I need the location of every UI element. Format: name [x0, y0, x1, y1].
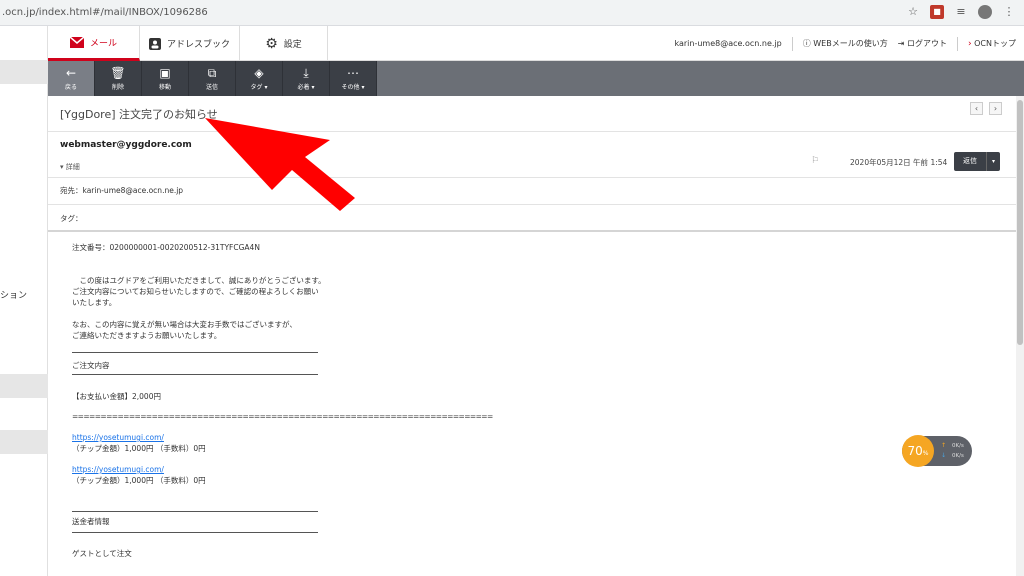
mail-icon: [69, 36, 84, 48]
gear-icon: ⚙: [265, 35, 278, 52]
forward-button[interactable]: ⧉ 送信: [189, 61, 236, 96]
reply-button[interactable]: 返信: [954, 152, 986, 171]
tab-settings[interactable]: ⚙ 設定: [240, 26, 328, 61]
tab-address-book[interactable]: アドレスブック: [140, 26, 240, 61]
delete-button[interactable]: 🗑 削除: [95, 61, 142, 96]
section-heading: ご注文内容: [72, 361, 110, 370]
section-heading: 送金者情報: [72, 517, 110, 526]
tab-mail[interactable]: メール: [48, 26, 140, 61]
divider: [72, 352, 318, 353]
tab-label: メール: [89, 38, 117, 49]
item-link[interactable]: https://yosetumugi.com/: [72, 465, 164, 474]
next-message-button[interactable]: ›: [989, 102, 1002, 115]
sidebar-band[interactable]: [0, 374, 48, 398]
item-link[interactable]: https://yosetumugi.com/: [72, 433, 164, 442]
upload-speed: 0K/s: [952, 443, 964, 449]
trash-icon: 🗑: [110, 65, 126, 80]
ocn-top-link[interactable]: › OCNトップ: [968, 38, 1016, 49]
download-speed: 0K/s: [952, 453, 964, 459]
tag-line: タグ：: [60, 214, 83, 223]
annotation-arrow-icon: [205, 118, 355, 211]
move-button[interactable]: ▣ 移動: [142, 61, 189, 96]
divider: [72, 532, 318, 533]
details-toggle[interactable]: ▾ 詳細: [60, 162, 80, 172]
tag-button[interactable]: ◈ タグ ▾: [236, 61, 283, 96]
speed-gauge: 70%: [902, 435, 934, 467]
app-tab-bar: メール アドレスブック ⚙ 設定 karin-ume8@ace.ocn.ne.j…: [48, 26, 1024, 61]
order-number: 注文番号：0200000001-0020200512-31TYFCGA4N: [72, 243, 260, 252]
mail-toolbar: ← 戻る 🗑 削除 ▣ 移動 ⧉ 送信 ◈ タグ ▾ ⤓ 必着 ▾ ⋯ その他 …: [48, 61, 1024, 96]
profile-avatar[interactable]: [978, 5, 992, 19]
to-line: 宛先：karin-ume8@ace.ocn.ne.jp: [60, 186, 184, 195]
user-email: karin-ume8@ace.ocn.ne.jp: [674, 39, 782, 48]
divider: [72, 374, 318, 375]
important-button[interactable]: ⤓ 必着 ▾: [283, 61, 330, 96]
divider: [72, 511, 318, 512]
message-subject: [YggDore] 注文完了のお知らせ: [60, 108, 218, 121]
download-arrow-icon: ↓: [941, 452, 947, 459]
message-date: 2020年05月12日 午前 1:54: [850, 158, 948, 167]
address-book-icon: [148, 37, 161, 50]
chevron-right-icon: ›: [967, 39, 972, 49]
sidebar-item-label[interactable]: ション: [0, 288, 27, 301]
inbox-download-icon: ⤓: [303, 65, 309, 80]
back-button[interactable]: ← 戻る: [48, 61, 95, 96]
flag-icon[interactable]: ⚐: [811, 156, 819, 166]
reading-list-icon[interactable]: ≡: [954, 5, 968, 19]
sidebar-band[interactable]: [0, 60, 48, 84]
sender-address: webmaster@yggdore.com: [60, 140, 192, 150]
url-text[interactable]: .ocn.jp/index.html#/mail/INBOX/1096286: [0, 7, 208, 18]
scrollbar-thumb[interactable]: [1017, 100, 1023, 345]
reply-dropdown-button[interactable]: ▾: [986, 152, 1000, 171]
logout-link[interactable]: ⇥ ログアウト: [898, 38, 947, 49]
star-icon[interactable]: ☆: [906, 5, 920, 19]
left-sidebar: ション: [0, 26, 48, 576]
tab-label: 設定: [283, 40, 302, 50]
browser-address-bar[interactable]: .ocn.jp/index.html#/mail/INBOX/1096286 ☆…: [0, 0, 1024, 26]
folder-icon: ▣: [159, 65, 171, 80]
menu-icon[interactable]: ⋮: [1002, 5, 1016, 19]
extension-icon[interactable]: ■: [930, 5, 944, 19]
help-link[interactable]: ⓘ WEBメールの使い方: [803, 38, 888, 49]
upload-arrow-icon: ↑: [941, 442, 947, 449]
more-button[interactable]: ⋯ その他 ▾: [330, 61, 377, 96]
sidebar-band[interactable]: [0, 430, 48, 454]
arrow-left-icon: ←: [65, 65, 77, 80]
tag-icon: ◈: [254, 65, 264, 80]
forward-icon: ⧉: [207, 65, 217, 80]
tab-label: アドレスブック: [166, 40, 230, 50]
more-dots-icon: ⋯: [347, 65, 359, 80]
prev-message-button[interactable]: ‹: [970, 102, 983, 115]
